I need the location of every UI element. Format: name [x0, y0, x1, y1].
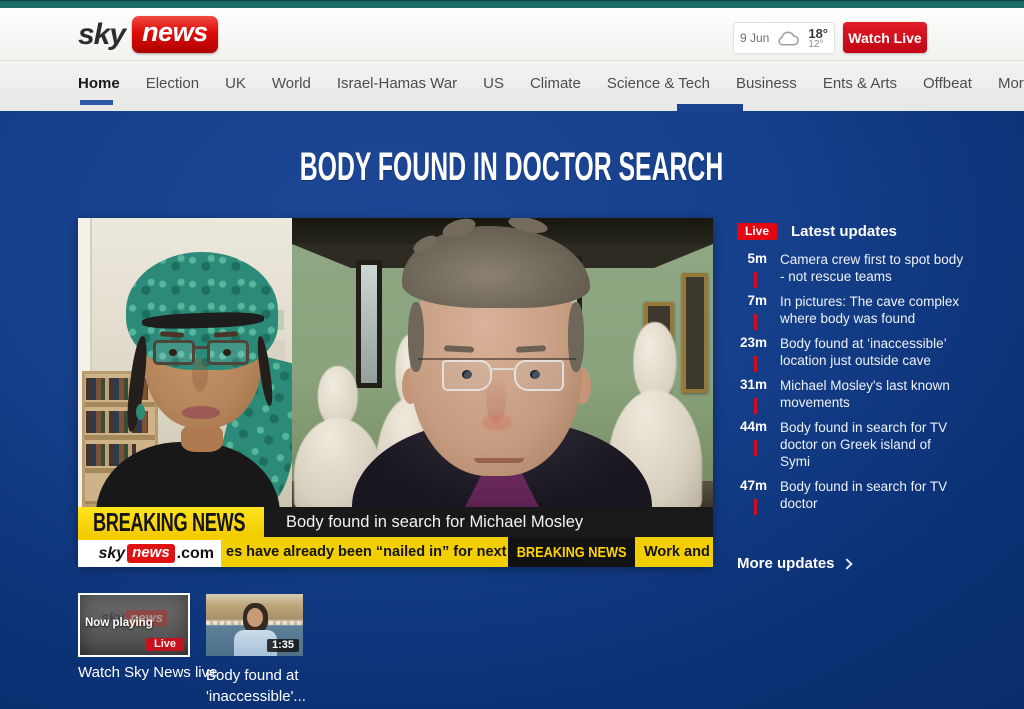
- banner-headline: Body found in search for Michael Mosley: [264, 507, 713, 537]
- thumbnail-caption-clip[interactable]: Body found at 'inaccessible'...: [206, 665, 318, 707]
- nav-more[interactable]: More: [998, 75, 1024, 92]
- nose: [192, 358, 208, 392]
- latest-updates-list: 5m Camera crew first to spot body - not …: [737, 251, 967, 520]
- live-badge: Live: [737, 223, 777, 240]
- nav-item-world[interactable]: World: [272, 75, 311, 92]
- earring: [136, 404, 145, 420]
- weather-high: 18°: [808, 27, 828, 40]
- mouth: [474, 458, 524, 463]
- more-updates-link[interactable]: More updates: [737, 555, 851, 572]
- headline-text: BODY FOUND IN DOCTOR SEARCH: [300, 145, 723, 190]
- update-text: Michael Mosley's last known movements: [780, 377, 964, 411]
- glasses-bridge: [193, 346, 209, 349]
- reporter-neck: [181, 424, 223, 452]
- update-text: Camera crew first to spot body - not res…: [780, 251, 964, 285]
- now-playing-label: Now playing: [85, 617, 153, 629]
- sky-news-logo[interactable]: sky news: [78, 16, 218, 53]
- chevron-right-icon: [841, 558, 852, 569]
- latest-updates-title: Latest updates: [791, 223, 897, 240]
- duration-badge: 1:35: [267, 639, 299, 652]
- breaking-news-banner: BREAKING NEWS Body found in search for M…: [78, 507, 713, 537]
- update-item[interactable]: 47m Body found in search for TV doctor: [737, 478, 967, 512]
- eye: [169, 349, 177, 356]
- breaking-news-label: BREAKING NEWS: [93, 507, 245, 538]
- update-time: 5m: [737, 251, 767, 285]
- ticker-text-left: es have already been “nailed in” for nex…: [221, 537, 508, 567]
- nav-item-israel-hamas-war[interactable]: Israel-Hamas War: [337, 75, 457, 92]
- headscarf: [126, 252, 278, 370]
- eye: [530, 370, 540, 379]
- thumbnail-caption-live[interactable]: Watch Sky News live: [78, 664, 218, 681]
- ticker-logo-news: news: [127, 544, 175, 563]
- video-left-pane-reporter: [78, 218, 292, 507]
- breaking-news-label-block: BREAKING NEWS: [78, 507, 264, 537]
- latest-updates-header: Live Latest updates: [737, 223, 897, 240]
- ticker-breaking-label: BREAKING NEWS: [517, 544, 627, 561]
- logo-sky-text: sky: [78, 18, 125, 52]
- ticker-skynews-logo: sky news .com: [78, 540, 221, 567]
- hair-side: [568, 302, 584, 372]
- update-time: 7m: [737, 293, 767, 327]
- ticker-logo-sky: sky: [98, 545, 125, 563]
- watch-live-button[interactable]: Watch Live: [843, 22, 927, 53]
- weather-widget[interactable]: 9 Jun 18° 12°: [733, 22, 835, 54]
- update-time: 47m: [737, 478, 767, 512]
- reporter-figure: [78, 218, 292, 507]
- nav-item-ents-arts[interactable]: Ents & Arts: [823, 75, 897, 92]
- page-title: BODY FOUND IN DOCTOR SEARCH: [0, 145, 1024, 190]
- hair-side: [408, 302, 424, 372]
- ticker-text-right: Work and P: [635, 537, 713, 567]
- news-ticker: sky news .com es have already been “nail…: [78, 537, 713, 567]
- thumbnail-clip[interactable]: 1:35: [206, 594, 303, 656]
- nav-item-climate[interactable]: Climate: [530, 75, 581, 92]
- eye: [462, 370, 472, 379]
- update-text: Body found in search for TV doctor on Gr…: [780, 419, 964, 470]
- weather-temps: 18° 12°: [808, 27, 828, 50]
- update-text: In pictures: The cave complex where body…: [780, 293, 964, 327]
- update-item[interactable]: 5m Camera crew first to spot body - not …: [737, 251, 967, 285]
- nav-item-election[interactable]: Election: [146, 75, 199, 92]
- update-time: 23m: [737, 335, 767, 369]
- weather-low: 12°: [808, 40, 828, 50]
- video-player[interactable]: BREAKING NEWS Body found in search for M…: [78, 218, 713, 567]
- update-time: 31m: [737, 377, 767, 411]
- update-item[interactable]: 44m Body found in search for TV doctor o…: [737, 419, 967, 470]
- nav-ents-underline: [677, 104, 743, 111]
- logo-news-text: news: [142, 17, 208, 47]
- update-text: Body found in search for TV doctor: [780, 478, 964, 512]
- lips: [182, 406, 220, 419]
- video-right-pane-michael-mosley: [292, 218, 713, 507]
- nav-item-uk[interactable]: UK: [225, 75, 246, 92]
- update-item[interactable]: 7m In pictures: The cave complex where b…: [737, 293, 967, 327]
- glasses-bridge: [492, 368, 514, 370]
- eye: [223, 349, 231, 356]
- main-nav: Home Election UK World Israel-Hamas War …: [0, 60, 1024, 111]
- logo-news-box: news: [132, 16, 218, 53]
- update-text: Body found at ‘inaccessible’ location ju…: [780, 335, 964, 369]
- update-item[interactable]: 31m Michael Mosley's last known movement…: [737, 377, 967, 411]
- thumbnail-watch-live[interactable]: skynews Now playing Live: [78, 593, 190, 657]
- ticker-breaking-block: BREAKING NEWS: [508, 537, 635, 567]
- michael-mosley-figure: [292, 218, 713, 507]
- more-updates-label: More updates: [737, 555, 835, 572]
- nav-more-label: More: [998, 75, 1024, 92]
- update-time: 44m: [737, 419, 767, 470]
- update-item[interactable]: 23m Body found at ‘inaccessible’ locatio…: [737, 335, 967, 369]
- ticker-logo-com: .com: [177, 545, 214, 563]
- clip-reporter-face: [247, 608, 263, 627]
- top-accent-bar: [0, 0, 1024, 8]
- header: sky news 9 Jun 18° 12° Watch Live: [0, 8, 1024, 60]
- live-blog-hero: BODY FOUND IN DOCTOR SEARCH: [0, 111, 1024, 709]
- live-badge-small: Live: [146, 638, 184, 651]
- nav-item-offbeat[interactable]: Offbeat: [923, 75, 972, 92]
- cloud-icon: [776, 31, 801, 46]
- nav-item-science-tech[interactable]: Science & Tech: [607, 75, 710, 92]
- nav-item-business[interactable]: Business: [736, 75, 797, 92]
- sky-news-page: sky news 9 Jun 18° 12° Watch Live Home E…: [0, 0, 1024, 709]
- nav-item-home[interactable]: Home: [78, 75, 120, 92]
- nav-active-underline: [80, 100, 113, 105]
- weather-date: 9 Jun: [740, 31, 769, 45]
- nose-tip: [482, 414, 512, 431]
- nav-item-us[interactable]: US: [483, 75, 504, 92]
